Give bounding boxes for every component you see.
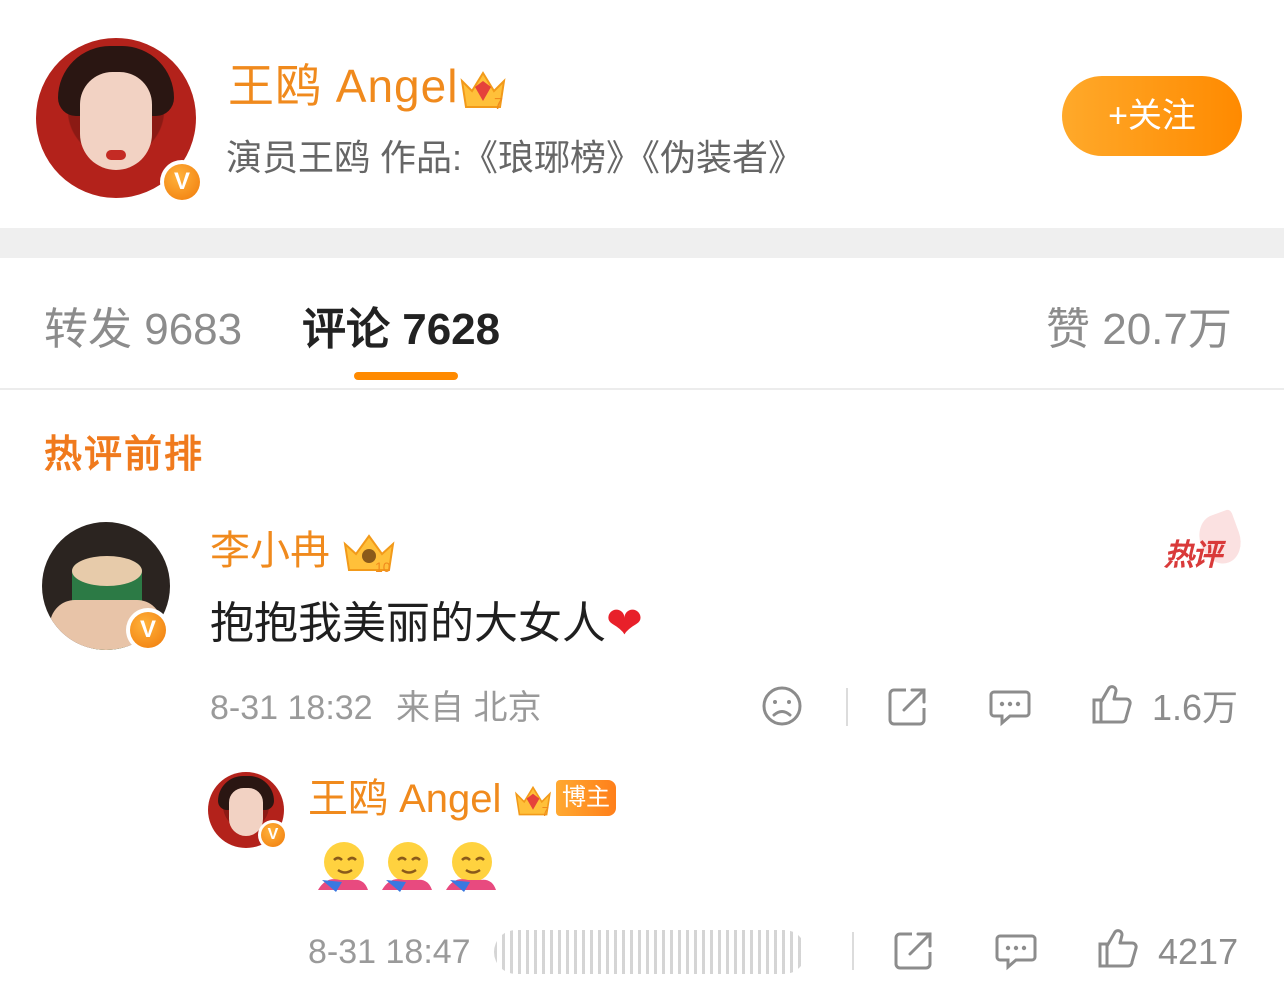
reply-author-name-text[interactable]: 王鸥 Angel [308, 777, 501, 821]
action-separator [852, 932, 854, 970]
post-header: V 王鸥 Angel 7 演员王鸥 作品:《琅琊榜》《伪装者》 +关注 [0, 0, 1284, 228]
share-icon[interactable] [886, 684, 930, 728]
section-divider [0, 228, 1284, 258]
comment-text: 抱抱我美丽的大女人❤ [210, 596, 643, 652]
blogger-tag: 博主 [556, 780, 616, 816]
share-icon[interactable] [892, 928, 936, 972]
svg-text:10: 10 [375, 559, 391, 575]
watermark [494, 930, 806, 974]
comment-source: 来自 北京 [396, 689, 542, 727]
comment-meta: 8-31 18:32 来自 北京 [210, 686, 542, 730]
tab-comments[interactable]: 评论 7628 [302, 302, 500, 358]
hot-comment-badge: 热评 [1164, 539, 1222, 572]
like-icon[interactable] [1096, 926, 1140, 970]
hug-emoji [382, 842, 432, 892]
hot-comments-title: 热评前排 [44, 434, 205, 476]
author-name-text[interactable]: 王鸥 Angel [228, 60, 458, 112]
avatar-lip [106, 150, 126, 160]
comment-text-body: 抱抱我美丽的大女人 [210, 599, 606, 648]
follow-button[interactable]: +关注 [1062, 76, 1242, 156]
verified-badge-icon: V [258, 820, 288, 850]
crown-icon: 7 [460, 70, 506, 113]
verified-badge-icon: V [160, 160, 204, 204]
crown-icon: 7 [514, 786, 551, 820]
avatar-foam [72, 556, 142, 586]
dislike-icon[interactable] [760, 684, 804, 728]
like-icon[interactable] [1090, 682, 1134, 726]
tab-reposts[interactable]: 转发 9683 [44, 302, 242, 358]
heart-icon: ❤ [606, 599, 643, 648]
reply-like-count: 4217 [1158, 931, 1239, 972]
tab-likes[interactable]: 赞 20.7万 [1046, 302, 1232, 358]
commenter-name[interactable]: 李小冉 10 [210, 526, 397, 576]
reply-time: 8-31 18:47 [308, 933, 471, 971]
author-bio: 演员王鸥 作品:《琅琊榜》《伪装者》 [226, 137, 805, 178]
avatar-face [229, 788, 263, 836]
crown-icon: 10 [343, 534, 395, 575]
reply-icon[interactable] [988, 684, 1032, 728]
reply-author-name[interactable]: 王鸥 Angel 7 [308, 774, 553, 824]
author-name[interactable]: 王鸥 Angel 7 [228, 58, 508, 114]
svg-text:7: 7 [541, 805, 548, 820]
verified-badge-icon: V [126, 608, 170, 652]
svg-text:7: 7 [494, 96, 504, 113]
hug-emoji [318, 842, 368, 892]
hug-emoji [446, 842, 496, 892]
active-tab-indicator [354, 372, 458, 380]
commenter-name-text[interactable]: 李小冉 [210, 529, 330, 573]
reply-icon[interactable] [994, 928, 1038, 972]
comment-like-count: 1.6万 [1152, 687, 1239, 728]
comment-time: 8-31 18:32 [210, 689, 373, 727]
interaction-tabs: 转发 9683 评论 7628 赞 20.7万 [0, 258, 1284, 390]
action-separator [846, 688, 848, 726]
